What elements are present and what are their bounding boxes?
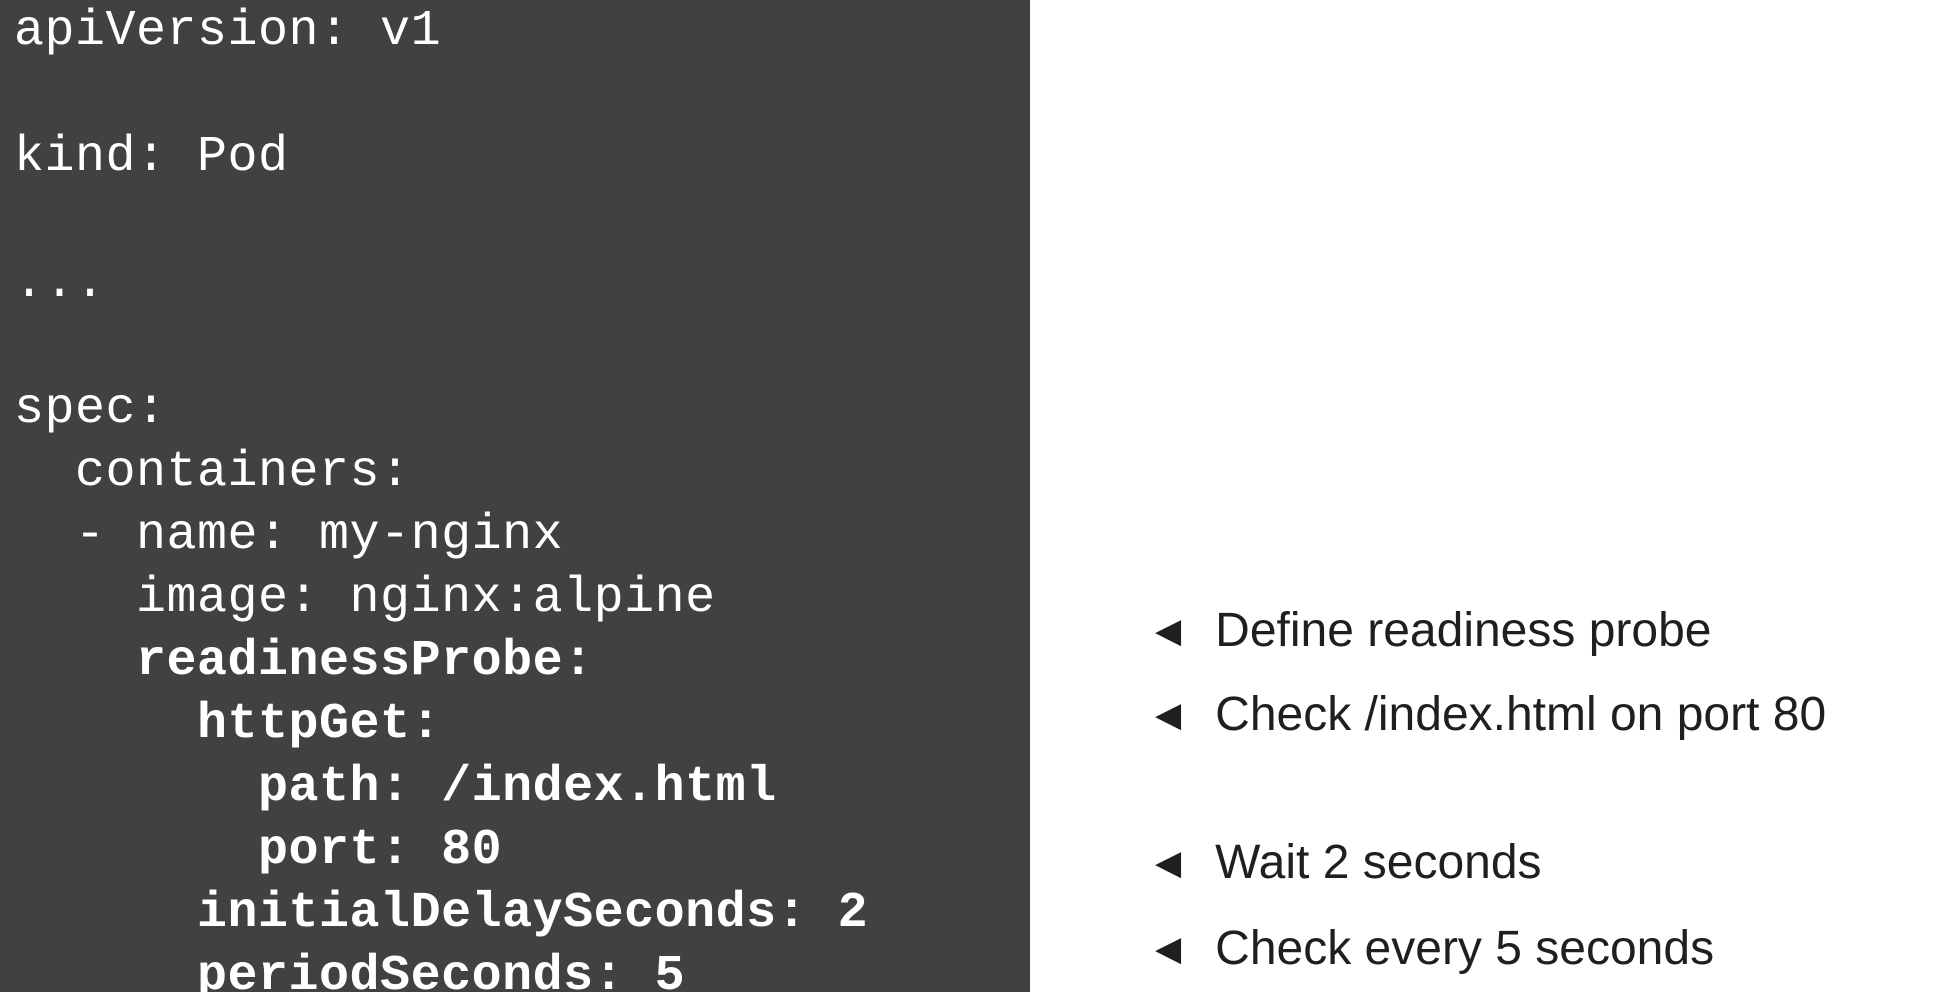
code-line: apiVersion: v1 [14,3,441,60]
code-line: httpGet: [14,696,441,753]
code-line: periodSeconds: 5 [14,948,685,1005]
triangle-left-icon: ◀ [1155,614,1181,648]
code-line: containers: [14,444,411,501]
code-line: kind: Pod [14,129,289,186]
triangle-left-icon: ◀ [1155,846,1181,880]
annotation-wait: ◀ Wait 2 seconds [1155,834,1542,892]
code-line: readinessProbe: [14,633,594,690]
triangle-left-icon: ◀ [1155,932,1181,966]
code-line: path: /index.html [14,759,777,816]
code-line: initialDelaySeconds: 2 [14,885,868,942]
code-line: port: 80 [14,822,502,879]
triangle-left-icon: ◀ [1155,698,1181,732]
annotation-period: ◀ Check every 5 seconds [1155,920,1714,978]
code-line: spec: [14,381,167,438]
code-line: image: nginx:alpine [14,570,716,627]
code-line: - name: my-nginx [14,507,563,564]
annotation-check-path: ◀ Check /index.html on port 80 [1155,686,1826,744]
annotation-text: Wait 2 seconds [1215,834,1541,892]
annotation-text: Check every 5 seconds [1215,920,1714,978]
annotation-readiness-probe: ◀ Define readiness probe [1155,602,1711,660]
code-panel: apiVersion: v1 kind: Pod ... spec: conta… [0,0,1030,992]
annotation-text: Define readiness probe [1215,602,1711,660]
annotation-text: Check /index.html on port 80 [1215,686,1826,744]
code-line: ... [14,255,106,312]
annotations-panel: ◀ Define readiness probe ◀ Check /index.… [1030,0,1934,992]
